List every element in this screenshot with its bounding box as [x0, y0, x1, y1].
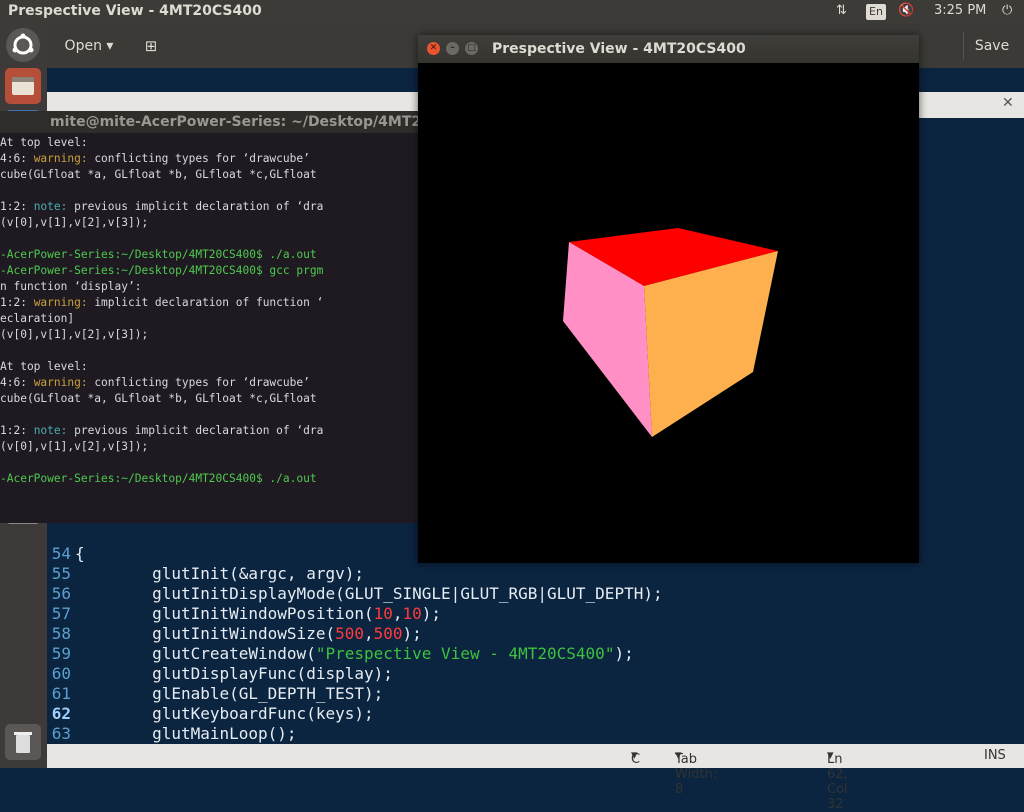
code-text: glEnable(GL_DEPTH_TEST);	[75, 684, 384, 703]
line-number: 55	[51, 564, 71, 583]
code-text: );	[614, 644, 634, 663]
opengl-window-title: Prespective View - 4MT20CS400	[492, 41, 746, 57]
terminal-line: cube(GLfloat *a, GLfloat *b, GLfloat *c,…	[0, 168, 317, 181]
close-window-icon[interactable]: ✕	[427, 42, 440, 55]
terminal-line: 4:6: warning: conflicting types for ‘dra…	[0, 152, 310, 165]
network-icon[interactable]: ⇅	[836, 3, 847, 18]
terminal-line: -AcerPower-Series:~/Desktop/4MT20CS400$ …	[0, 248, 317, 261]
code-line: 59 glutCreateWindow("Prespective View - …	[47, 644, 634, 664]
language-selector[interactable]: C ▾	[631, 748, 640, 767]
line-number: 57	[51, 604, 71, 623]
code-line: 56 glutInitDisplayMode(GLUT_SINGLE|GLUT_…	[47, 584, 663, 604]
code-number: 500	[335, 624, 364, 643]
line-number: 63	[51, 724, 71, 743]
line-number: 60	[51, 664, 71, 683]
line-number: 54	[51, 544, 71, 563]
code-line: 55 glutInit(&argc, argv);	[47, 564, 364, 584]
code-line: 62 glutKeyboardFunc(keys);	[47, 704, 374, 724]
code-text: glutCreateWindow(	[75, 644, 316, 663]
minimize-window-icon[interactable]: –	[446, 42, 459, 55]
terminal-line: 1:2: warning: implicit declaration of fu…	[0, 296, 324, 309]
new-tab-icon[interactable]: ⊞	[139, 34, 163, 58]
terminal-line: (v[0],v[1],v[2],v[3]);	[0, 440, 149, 453]
code-line: 58 glutInitWindowSize(500,500);	[47, 624, 422, 644]
cube-render	[563, 228, 778, 437]
code-line: 61 glEnable(GL_DEPTH_TEST);	[47, 684, 384, 704]
terminal-line: -AcerPower-Series:~/Desktop/4MT20CS400$ …	[0, 472, 317, 485]
code-text: glutInitDisplayMode(GLUT_SINGLE|GLUT_RGB…	[75, 584, 663, 603]
code-line: 63 glutMainLoop();	[47, 724, 297, 744]
active-window-title: Prespective View - 4MT20CS400	[8, 3, 262, 19]
opengl-window[interactable]: ✕ – □ Prespective View - 4MT20CS400	[418, 35, 919, 563]
volume-muted-icon[interactable]: 🔇	[898, 3, 914, 18]
code-text: glutDisplayFunc(display);	[75, 664, 393, 683]
maximize-window-icon[interactable]: □	[465, 42, 478, 55]
code-text: {	[75, 544, 85, 563]
line-number: 62	[51, 704, 71, 723]
top-panel: Prespective View - 4MT20CS400 ⇅ En 🔇 3:2…	[0, 0, 1024, 24]
terminal-line: cube(GLfloat *a, GLfloat *b, GLfloat *c,…	[0, 392, 317, 405]
line-number: 58	[51, 624, 71, 643]
terminal-line: -AcerPower-Series:~/Desktop/4MT20CS400$ …	[0, 264, 324, 277]
code-text: glutInitWindowPosition(	[75, 604, 374, 623]
cursor-position: Ln 62, Col 32 ▾	[827, 748, 848, 812]
insert-mode: INS	[984, 748, 1006, 763]
trash-icon[interactable]	[5, 724, 41, 760]
code-string: "Prespective View - 4MT20CS400"	[315, 644, 615, 663]
power-icon[interactable]: ⏻	[1002, 3, 1012, 18]
files-icon[interactable]	[5, 68, 41, 104]
code-number: 500	[373, 624, 403, 643]
code-number: 10	[402, 604, 422, 623]
terminal-output[interactable]: At top level: 4:6: warning: conflicting t…	[0, 135, 420, 523]
ubuntu-logo-icon[interactable]	[6, 28, 40, 62]
code-line: 60 glutDisplayFunc(display);	[47, 664, 393, 684]
open-label: Open	[64, 38, 102, 54]
code-number: 10	[373, 604, 393, 623]
open-button[interactable]: Open ▾	[53, 32, 125, 60]
terminal-line: 4:6: warning: conflicting types for ‘dra…	[0, 376, 310, 389]
line-number: 56	[51, 584, 71, 603]
terminal-line: (v[0],v[1],v[2],v[3]);	[0, 328, 149, 341]
terminal-line: At top level:	[0, 136, 88, 149]
opengl-canvas[interactable]	[418, 63, 919, 563]
code-line: 54{	[47, 544, 85, 564]
code-text: glutKeyboardFunc(keys);	[75, 704, 374, 723]
clock[interactable]: 3:25 PM	[934, 3, 986, 18]
code-line: 57 glutInitWindowPosition(10,10);	[47, 604, 441, 624]
line-number: 61	[51, 684, 71, 703]
close-tab-icon[interactable]: ✕	[1002, 95, 1014, 111]
code-text: glutInit(&argc, argv);	[75, 564, 364, 583]
code-text: ,	[364, 624, 374, 643]
terminal-title: mite@mite-AcerPower-Series: ~/Desktop/4M…	[0, 111, 420, 133]
code-text: );	[402, 624, 422, 643]
line-number: 59	[51, 644, 71, 663]
code-text: glutMainLoop();	[75, 724, 297, 743]
terminal-line: At top level:	[0, 360, 88, 373]
tab-width-selector[interactable]: Tab Width: 8 ▾	[675, 748, 717, 797]
terminal-line: eclaration]	[0, 312, 75, 325]
terminal-line: n function ‘display’:	[0, 280, 142, 293]
status-bar: C ▾ Tab Width: 8 ▾ Ln 62, Col 32 ▾ INS	[47, 744, 1024, 812]
keyboard-lang-indicator[interactable]: En	[866, 4, 886, 20]
terminal-line: 1:2: note: previous implicit declaration…	[0, 200, 324, 213]
terminal-window[interactable]: mite@mite-AcerPower-Series: ~/Desktop/4M…	[0, 111, 420, 523]
terminal-line: 1:2: note: previous implicit declaration…	[0, 424, 324, 437]
code-text: );	[421, 604, 442, 623]
opengl-window-titlebar: ✕ – □ Prespective View - 4MT20CS400	[418, 35, 919, 63]
chevron-down-icon: ▾	[106, 38, 114, 54]
code-text: glutInitWindowSize(	[75, 624, 336, 643]
save-button[interactable]: Save	[963, 32, 1020, 60]
terminal-line: (v[0],v[1],v[2],v[3]);	[0, 216, 149, 229]
code-text: ,	[392, 604, 403, 623]
